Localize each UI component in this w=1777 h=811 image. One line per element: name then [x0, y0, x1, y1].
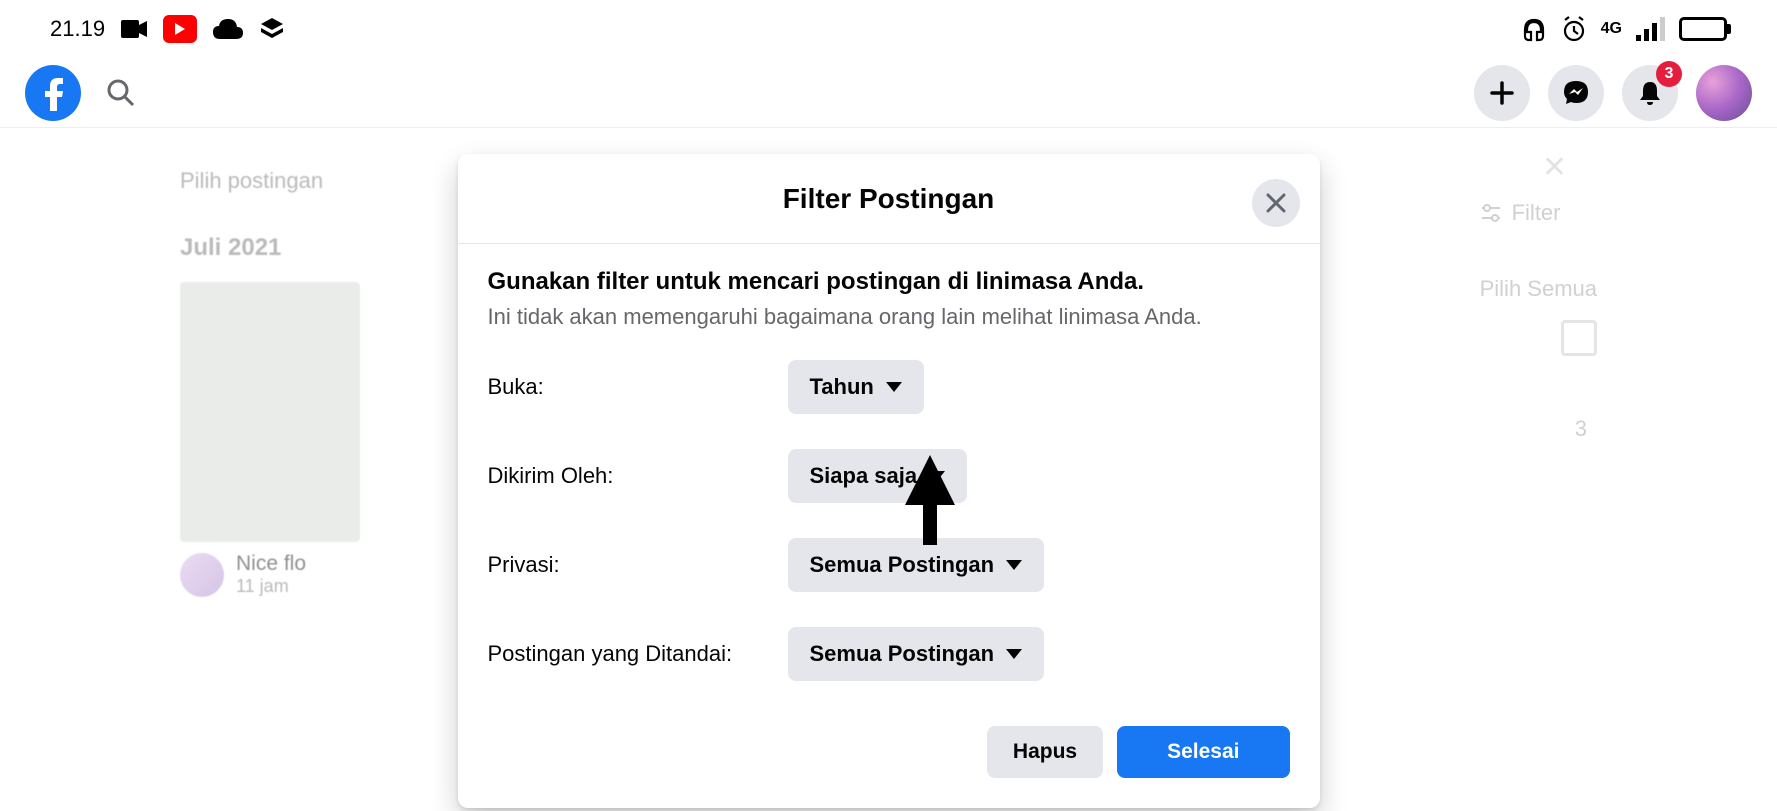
done-button[interactable]: Selesai — [1117, 726, 1289, 778]
create-button[interactable] — [1474, 65, 1530, 121]
bg-count: 3 — [1480, 416, 1587, 442]
avatar[interactable] — [1696, 65, 1752, 121]
bg-comment-time: 11 jam — [236, 576, 306, 597]
filter-row-year: Buka: Tahun — [488, 360, 1290, 414]
filter-posts-modal: Filter Postingan Gunakan filter untuk me… — [458, 154, 1320, 808]
clear-button[interactable]: Hapus — [987, 726, 1103, 778]
dropdown-year-value: Tahun — [810, 374, 874, 400]
modal-subheading: Ini tidak akan memengaruhi bagaimana ora… — [488, 304, 1290, 330]
modal-body: Gunakan filter untuk mencari postingan d… — [458, 244, 1320, 808]
video-icon — [121, 20, 147, 38]
modal-footer: Hapus Selesai — [488, 716, 1290, 778]
filter-row-tagged: Postingan yang Ditandai: Semua Postingan — [488, 627, 1290, 681]
sliders-icon — [1480, 202, 1502, 224]
header-right: 3 — [1474, 65, 1752, 121]
dropdown-posted-by-value: Siapa saja — [810, 463, 918, 489]
alarm-icon — [1561, 16, 1587, 42]
notifications-button[interactable]: 3 — [1622, 65, 1678, 121]
signal-icon — [1636, 17, 1665, 41]
caret-down-icon — [1006, 560, 1022, 570]
background-right-panel: Filter Pilih Semua 3 — [1480, 200, 1597, 442]
messenger-button[interactable] — [1548, 65, 1604, 121]
modal-heading: Gunakan filter untuk mencari postingan d… — [488, 268, 1290, 296]
bg-post-thumbnail — [180, 282, 360, 542]
filter-row-posted-by: Dikirim Oleh: Siapa saja — [488, 449, 1290, 503]
filter-label-tagged: Postingan yang Ditandai: — [488, 641, 788, 667]
filter-label-privacy: Privasi: — [488, 552, 788, 578]
bg-filter-link: Filter — [1480, 200, 1597, 226]
modal-header: Filter Postingan — [458, 154, 1320, 244]
app-header: 3 — [0, 58, 1777, 128]
bg-comment-text: Nice flo — [236, 552, 306, 576]
notifications-badge: 3 — [1656, 61, 1682, 87]
battery-icon — [1679, 17, 1727, 41]
modal-title: Filter Postingan — [783, 183, 995, 215]
network-type: 4G — [1601, 20, 1622, 38]
messenger-icon — [1561, 78, 1591, 108]
bg-filter-label: Filter — [1512, 200, 1561, 226]
caret-down-icon — [1006, 649, 1022, 659]
bg-select-all: Pilih Semua — [1480, 276, 1597, 302]
caret-down-icon — [929, 471, 945, 481]
filter-row-privacy: Privasi: Semua Postingan — [488, 538, 1290, 592]
layers-icon — [259, 16, 285, 42]
filter-label-posted-by: Dikirim Oleh: — [488, 463, 788, 489]
youtube-icon — [163, 15, 197, 43]
caret-down-icon — [886, 382, 902, 392]
dropdown-year[interactable]: Tahun — [788, 360, 924, 414]
mini-avatar — [180, 553, 224, 597]
device-status-bar: 21.19 4G — [0, 0, 1777, 58]
status-time: 21.19 — [50, 16, 105, 42]
filter-label-year: Buka: — [488, 374, 788, 400]
dropdown-privacy[interactable]: Semua Postingan — [788, 538, 1045, 592]
bg-close-x: ✕ — [1542, 150, 1567, 185]
bg-checkbox — [1561, 320, 1597, 356]
close-icon — [1265, 192, 1287, 214]
dropdown-privacy-value: Semua Postingan — [810, 552, 995, 578]
status-bar-right: 4G — [1521, 16, 1727, 42]
search-icon[interactable] — [106, 78, 136, 108]
status-bar-left: 21.19 — [50, 15, 285, 43]
dropdown-posted-by[interactable]: Siapa saja — [788, 449, 968, 503]
plus-icon — [1488, 79, 1516, 107]
headset-icon — [1521, 16, 1547, 42]
modal-close-button[interactable] — [1252, 179, 1300, 227]
cloud-icon — [213, 19, 243, 39]
facebook-logo[interactable] — [25, 65, 81, 121]
dropdown-tagged[interactable]: Semua Postingan — [788, 627, 1045, 681]
header-left — [25, 65, 136, 121]
dropdown-tagged-value: Semua Postingan — [810, 641, 995, 667]
